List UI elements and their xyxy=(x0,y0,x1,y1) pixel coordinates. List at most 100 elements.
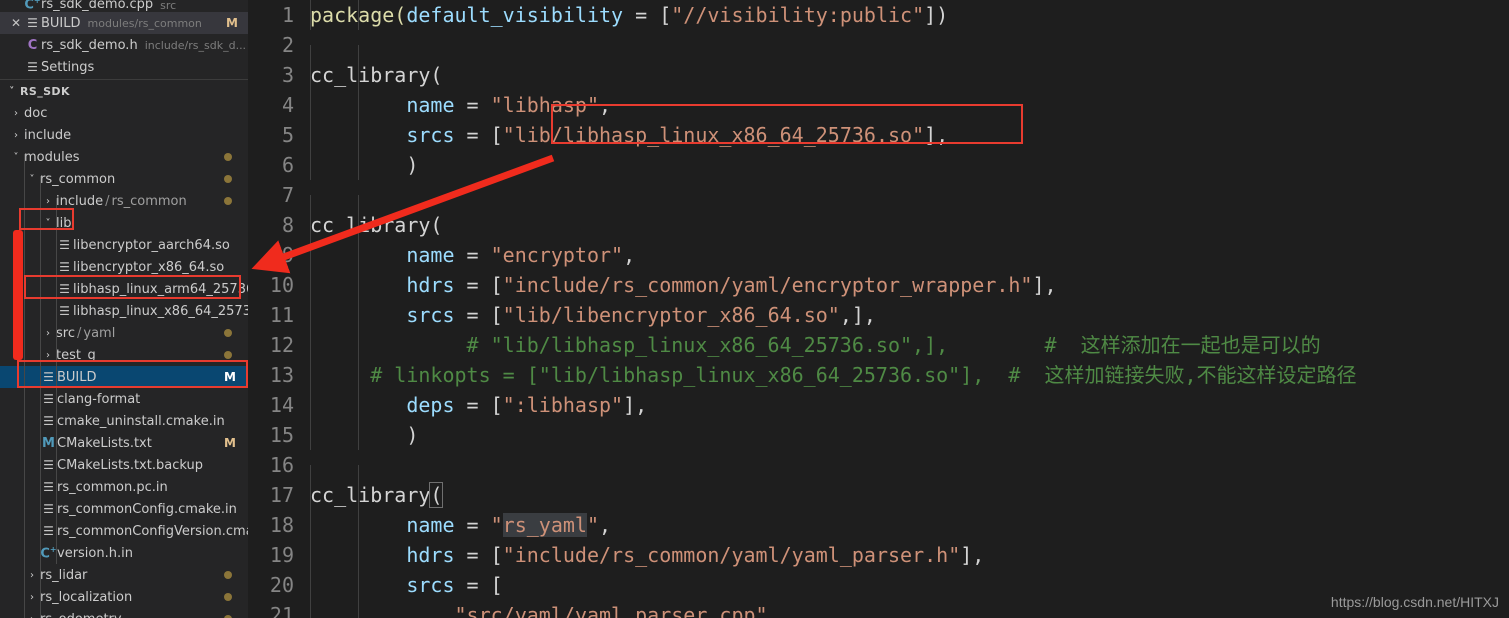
code-token: , xyxy=(599,513,612,537)
chevron-right-icon[interactable]: › xyxy=(24,614,40,618)
tree-item-rs-commonconfigversion-cmake[interactable]: ☰rs_commonConfigVersion.cmake... xyxy=(0,520,248,542)
chevron-right-icon[interactable]: › xyxy=(40,350,56,361)
code-line[interactable]: 16 xyxy=(248,450,1509,495)
line-content[interactable]: cc_library( xyxy=(310,60,1509,90)
code-token: = [ xyxy=(454,543,503,567)
code-line[interactable]: 2 xyxy=(248,30,1509,75)
chevron-right-icon[interactable]: › xyxy=(24,592,40,603)
tree-item-clang-format[interactable]: ☰ clang-format xyxy=(0,388,248,410)
chevron-right-icon[interactable]: › xyxy=(8,130,24,141)
line-content[interactable]: package(default_visibility = ["//visibil… xyxy=(310,0,1509,30)
code-lines[interactable]: 1 package(default_visibility = ["//visibi… xyxy=(248,0,1509,618)
code-token: " xyxy=(490,513,503,537)
code-line[interactable]: 18 name = "rs_yaml", xyxy=(248,510,1509,540)
line-content[interactable]: ) xyxy=(310,420,1509,450)
code-token: = [ xyxy=(623,3,672,27)
indent-guide xyxy=(358,330,359,360)
code-editor[interactable]: 1 package(default_visibility = ["//visibi… xyxy=(248,0,1509,618)
code-line[interactable]: 1 package(default_visibility = ["//visibi… xyxy=(248,0,1509,30)
open-editor-badge: M xyxy=(226,16,238,30)
code-line[interactable]: 21 "src/yaml/yaml_parser.cpp" xyxy=(248,600,1509,618)
line-content[interactable]: srcs = ["lib/libencryptor_x86_64.so",], xyxy=(310,300,1509,330)
line-number: 13 xyxy=(269,363,294,387)
tree-item-rs-lidar[interactable]: › rs_lidar xyxy=(0,564,248,586)
open-editor-item[interactable]: Crs_sdk_demo.h include/rs_sdk_d... xyxy=(0,34,248,56)
chevron-down-icon[interactable]: ˅ xyxy=(40,218,56,229)
explorer-section-header[interactable]: ˅ RS_SDK xyxy=(0,80,248,102)
line-content[interactable]: srcs = [ xyxy=(310,570,1509,600)
unstaged-dot-icon xyxy=(224,153,232,161)
tree-item-libencryptor-x86-64-so[interactable]: ☰ libencryptor_x86_64.so xyxy=(0,256,248,278)
code-line[interactable]: 20 srcs = [ xyxy=(248,570,1509,600)
line-content[interactable]: ) xyxy=(310,150,1509,180)
tree-item-doc[interactable]: › doc xyxy=(0,102,248,124)
code-line[interactable]: 12 # "lib/libhasp_linux_x86_64_25736.so"… xyxy=(248,330,1509,360)
close-icon[interactable]: ✕ xyxy=(8,16,24,30)
code-token: "lib/libencryptor_x86_64.so" xyxy=(502,303,840,327)
tree-item-rs-localization[interactable]: › rs_localization xyxy=(0,586,248,608)
line-content[interactable]: "src/yaml/yaml_parser.cpp" xyxy=(310,600,1509,618)
code-line[interactable]: 9 name = "encryptor", xyxy=(248,240,1509,270)
open-editor-item[interactable]: ✕ ☰ BUILD modules/rs_common M xyxy=(0,12,248,34)
tree-item-include[interactable]: › include xyxy=(0,124,248,146)
code-line[interactable]: 3 cc_library( xyxy=(248,60,1509,90)
tree-item-test-g[interactable]: › test_g xyxy=(0,344,248,366)
tree-item-rs-common-pc-in[interactable]: ☰ rs_common.pc.in xyxy=(0,476,248,498)
line-content[interactable]: srcs = ["lib/libhasp_linux_x86_64_25736.… xyxy=(310,120,1509,150)
code-line[interactable]: 7 xyxy=(248,180,1509,225)
tree-item-cmakelists-txt[interactable]: M CMakeLists.txt M xyxy=(0,432,248,454)
tree-item-version-h-in[interactable]: C+ version.h.in xyxy=(0,542,248,564)
unstaged-dot-icon xyxy=(224,197,232,205)
code-line[interactable]: 4 name = "libhasp", xyxy=(248,90,1509,120)
chevron-right-icon[interactable]: › xyxy=(40,196,56,207)
tree-item-libhasp-linux-arm64-25736-so[interactable]: ☰libhasp_linux_arm64_25736.so xyxy=(0,278,248,300)
code-line[interactable]: 14 deps = [":libhasp"], xyxy=(248,390,1509,420)
tree-item-libhasp-linux-x86-64-25736-so[interactable]: ☰libhasp_linux_x86_64_25736.so xyxy=(0,300,248,322)
tree-item-include[interactable]: › include / rs_common xyxy=(0,190,248,212)
chevron-right-icon[interactable]: › xyxy=(40,328,56,339)
line-content[interactable]: # linkopts = ["lib/libhasp_linux_x86_64_… xyxy=(310,360,1509,390)
tree-item-label: test_g xyxy=(56,347,96,363)
tree-item-build[interactable]: ☰ BUILD M xyxy=(0,366,248,388)
open-editor-item[interactable]: ☰ Settings xyxy=(0,56,248,78)
code-line[interactable]: 8 cc_library( xyxy=(248,210,1509,240)
line-content[interactable]: cc_library( xyxy=(310,210,1509,240)
line-content[interactable]: deps = [":libhasp"], xyxy=(310,390,1509,420)
indent-guide xyxy=(310,390,311,420)
indent-guide xyxy=(310,300,311,330)
tree-item-cmake-uninstall-cmake-in[interactable]: ☰ cmake_uninstall.cmake.in xyxy=(0,410,248,432)
chevron-down-icon[interactable]: ˅ xyxy=(8,152,24,163)
code-line[interactable]: 5 srcs = ["lib/libhasp_linux_x86_64_2573… xyxy=(248,120,1509,150)
indent-guide xyxy=(310,0,311,30)
code-line[interactable]: 6 ) xyxy=(248,150,1509,180)
tree-item-label: libencryptor_x86_64.so xyxy=(73,259,225,275)
open-editor-item[interactable]: C+ rs_sdk_demo.cpp src xyxy=(0,0,248,12)
chevron-right-icon[interactable]: › xyxy=(8,108,24,119)
line-content[interactable]: # "lib/libhasp_linux_x86_64_25736.so",],… xyxy=(310,330,1509,360)
tree-item-src[interactable]: › src / yaml xyxy=(0,322,248,344)
line-content[interactable]: name = "encryptor", xyxy=(310,240,1509,270)
code-line[interactable]: 11 srcs = ["lib/libencryptor_x86_64.so",… xyxy=(248,300,1509,330)
code-token: "include/rs_common/yaml/yaml_parser.h" xyxy=(502,543,961,567)
tree-item-rs-common[interactable]: ˅ rs_common xyxy=(0,168,248,190)
tree-item-rs-commonconfig-cmake-in[interactable]: ☰ rs_commonConfig.cmake.in xyxy=(0,498,248,520)
indent-guide xyxy=(310,480,311,510)
code-line[interactable]: 13 # linkopts = ["lib/libhasp_linux_x86_… xyxy=(248,360,1509,390)
tree-item-rs-odometry[interactable]: ›rs_odometry xyxy=(0,608,248,618)
chevron-right-icon[interactable]: › xyxy=(24,570,40,581)
code-line[interactable]: 19 hdrs = ["include/rs_common/yaml/yaml_… xyxy=(248,540,1509,570)
line-content[interactable]: hdrs = ["include/rs_common/yaml/encrypto… xyxy=(310,270,1509,300)
tree-item-lib[interactable]: ˅ lib xyxy=(0,212,248,234)
line-content[interactable]: cc_library( xyxy=(310,480,1509,510)
tree-item-libencryptor-aarch64-so[interactable]: ☰ libencryptor_aarch64.so xyxy=(0,234,248,256)
chevron-down-icon[interactable]: ˅ xyxy=(24,174,40,185)
code-line[interactable]: 15 ) xyxy=(248,420,1509,450)
tree-item-cmakelists-txt-backup[interactable]: ☰ CMakeLists.txt.backup xyxy=(0,454,248,476)
code-line[interactable]: 10 hdrs = ["include/rs_common/yaml/encry… xyxy=(248,270,1509,300)
line-content[interactable]: name = "libhasp", xyxy=(310,90,1509,120)
code-token: name xyxy=(406,93,455,117)
tree-item-modules[interactable]: ˅ modules xyxy=(0,146,248,168)
code-line[interactable]: 17 cc_library( xyxy=(248,480,1509,510)
line-content[interactable]: hdrs = ["include/rs_common/yaml/yaml_par… xyxy=(310,540,1509,570)
line-content[interactable]: name = "rs_yaml", xyxy=(310,510,1509,540)
